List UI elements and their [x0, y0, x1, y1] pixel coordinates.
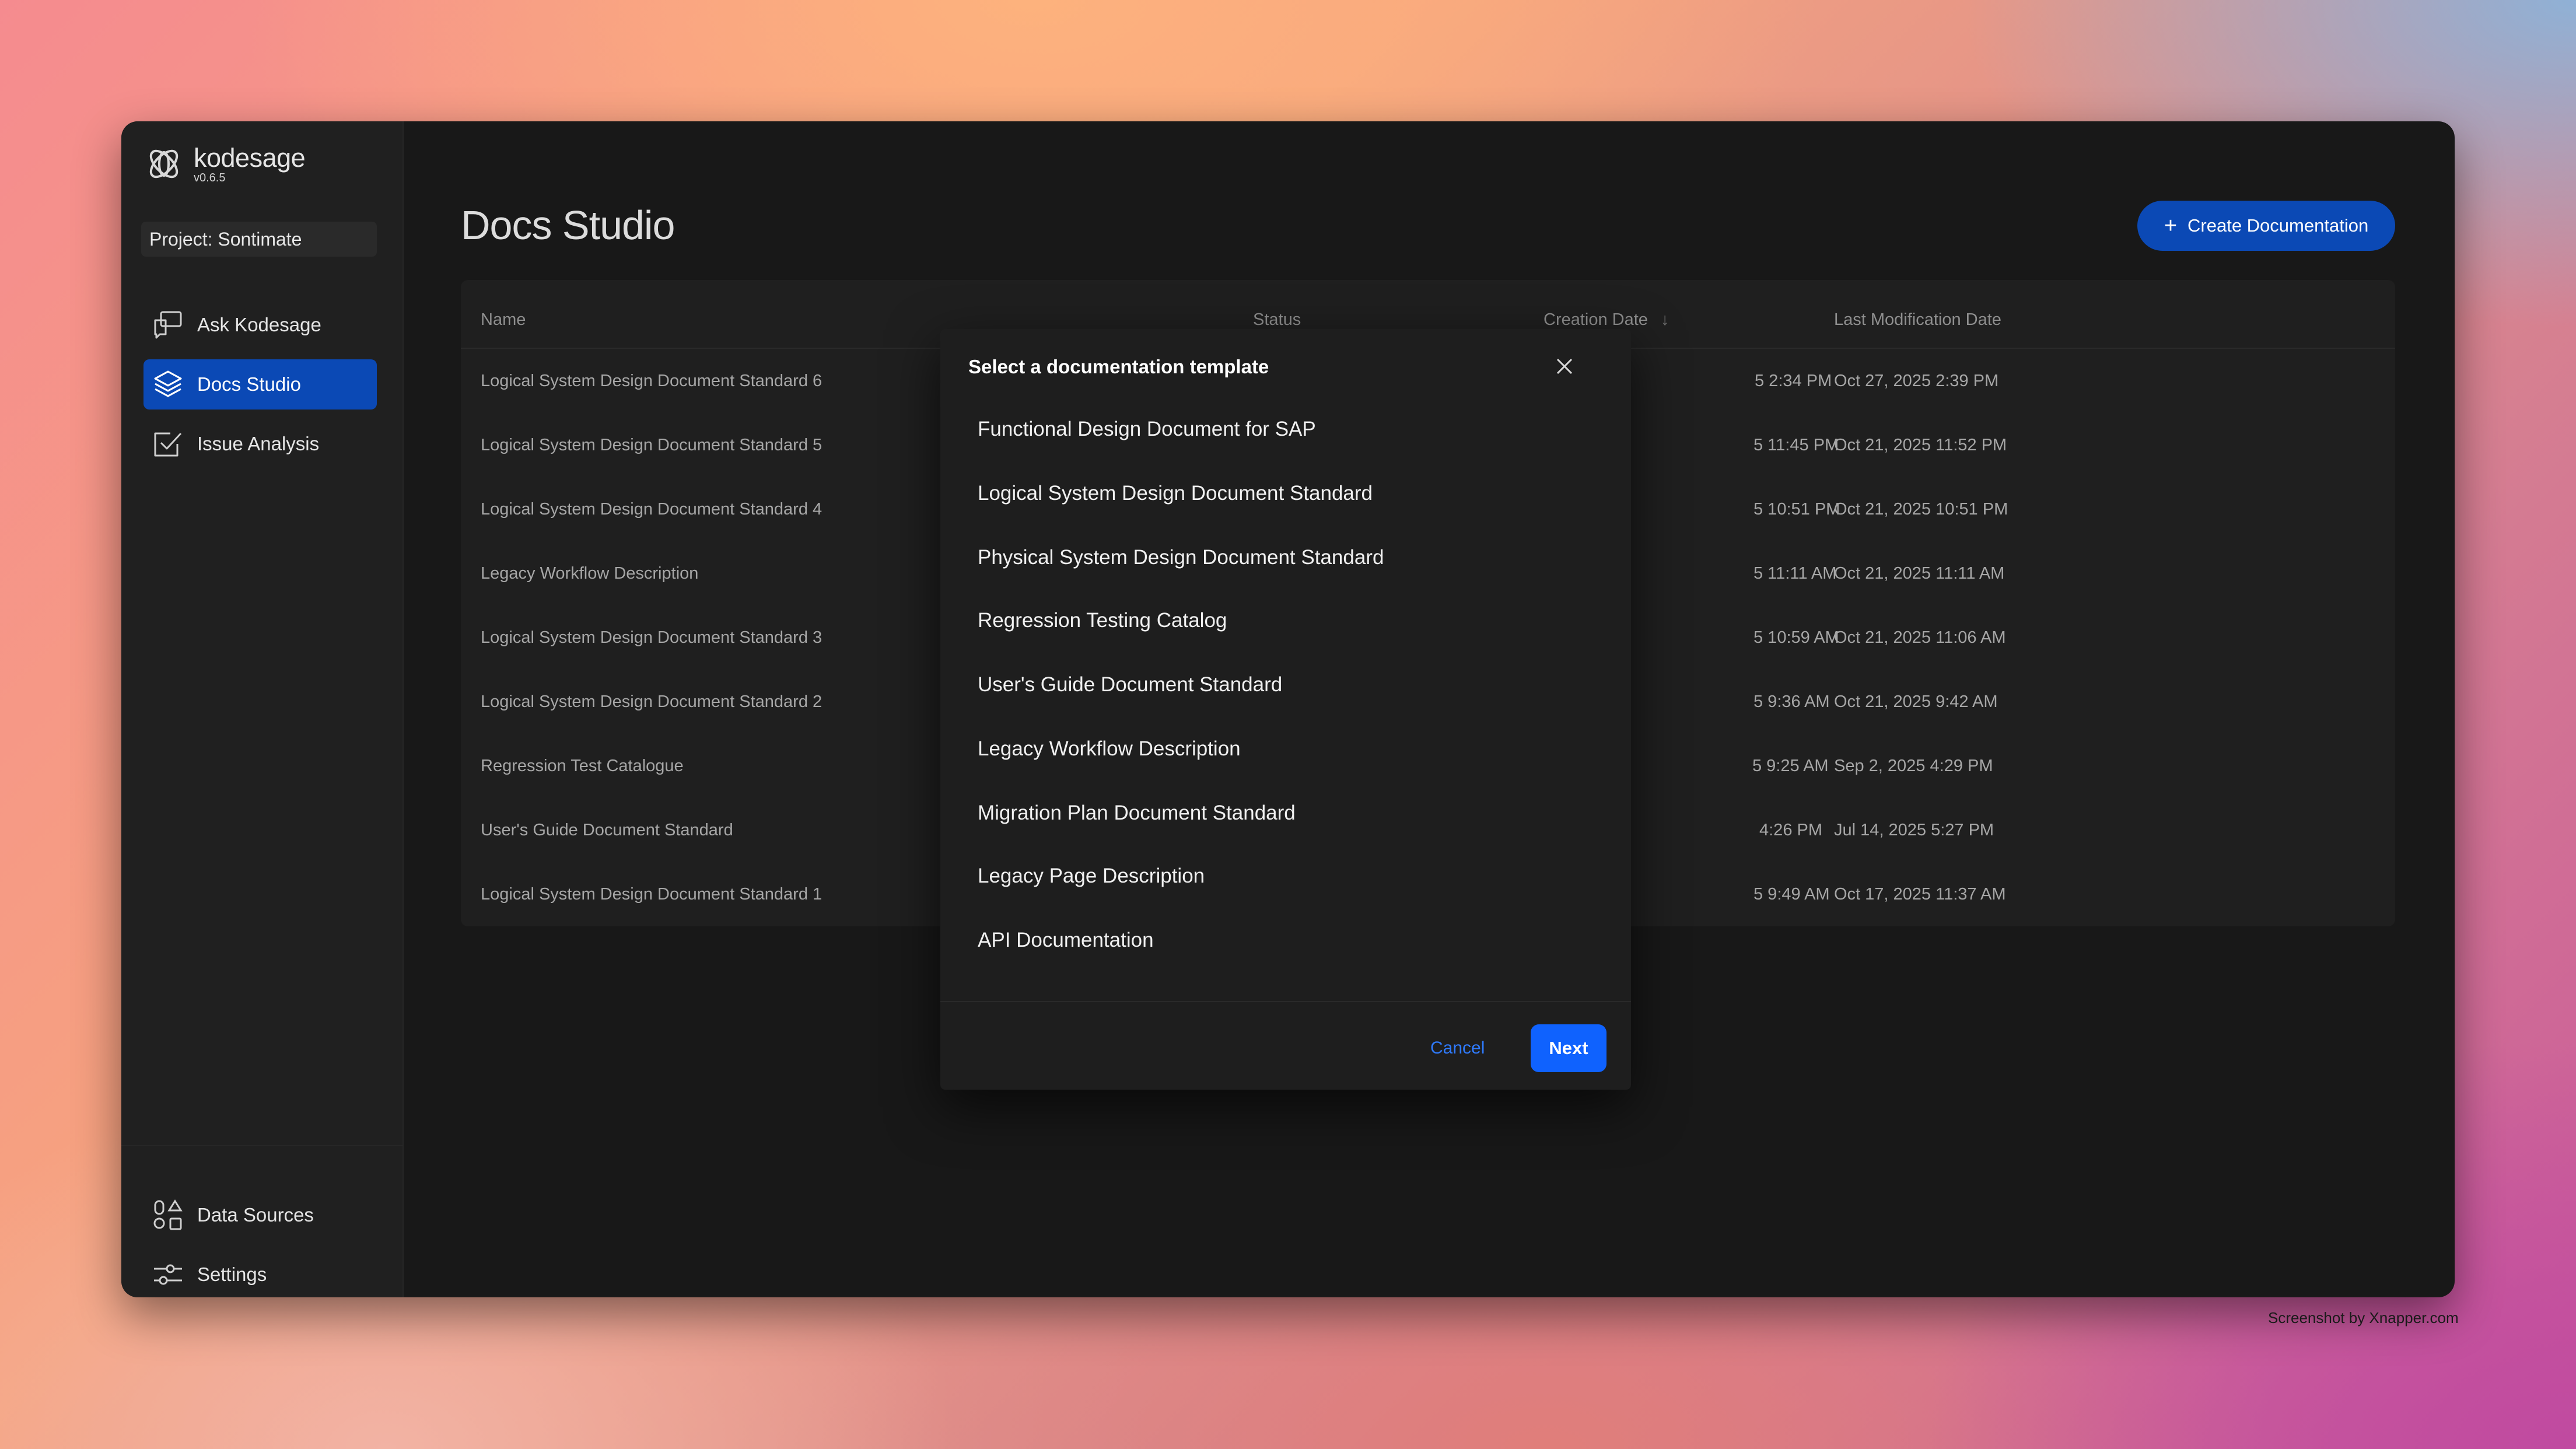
app-logo: kodesage v0.6.5: [144, 143, 306, 184]
row-modification-date: Oct 21, 2025 10:51 PM: [1834, 500, 2008, 519]
screenshot-credit: Screenshot by Xnapper.com: [2268, 1309, 2459, 1326]
row-creation-date: 5 2:34 PM: [1755, 372, 1832, 390]
page-title: Docs Studio: [461, 202, 675, 248]
app-version: v0.6.5: [194, 172, 226, 184]
template-option[interactable]: User's Guide Document Standard: [968, 656, 1603, 714]
sidebar-item-label: Issue Analysis: [197, 433, 320, 454]
sidebar-item-settings[interactable]: Settings: [144, 1250, 377, 1297]
kodesage-logo-icon: [149, 149, 178, 178]
sliders-icon: [154, 1264, 182, 1285]
chat-bubbles-icon: [154, 311, 182, 339]
column-header-last-modification-date[interactable]: Last Modification Date: [1834, 310, 2001, 330]
column-header-creation-date[interactable]: Creation Date ↓: [1544, 310, 1670, 330]
row-name: Logical System Design Document Standard …: [481, 436, 822, 454]
cancel-button[interactable]: Cancel: [1430, 1024, 1485, 1072]
template-option[interactable]: Legacy Workflow Description: [968, 720, 1603, 778]
app-window: kodesage v0.6.5 Project: Sontimate Ask K…: [121, 121, 2455, 1297]
template-option[interactable]: Functional Design Document for SAP: [968, 400, 1603, 459]
row-creation-date: 5 9:36 AM: [1754, 692, 1830, 711]
create-documentation-label: Create Documentation: [2188, 215, 2369, 236]
next-button[interactable]: Next: [1531, 1024, 1606, 1072]
column-header-name[interactable]: Name: [481, 310, 526, 330]
row-name: Logical System Design Document Standard …: [481, 628, 822, 647]
checkbox-icon: [154, 432, 182, 457]
row-name: Logical System Design Document Standard …: [481, 372, 822, 390]
sidebar-item-data-sources[interactable]: Data Sources: [144, 1190, 377, 1240]
layers-icon: [154, 370, 182, 397]
sidebar: kodesage v0.6.5 Project: Sontimate Ask K…: [121, 121, 404, 1297]
row-name: User's Guide Document Standard: [481, 821, 733, 839]
row-modification-date: Jul 14, 2025 5:27 PM: [1834, 821, 1994, 839]
sidebar-item-docs-studio[interactable]: Docs Studio: [144, 359, 377, 410]
modal-footer-divider: [940, 1001, 1631, 1002]
modal-title: Select a documentation template: [968, 356, 1269, 377]
row-creation-date: 5 11:45 PM: [1754, 436, 1839, 454]
sidebar-item-label: Settings: [197, 1264, 267, 1285]
row-modification-date: Oct 21, 2025 11:52 PM: [1834, 436, 2007, 454]
template-option[interactable]: API Documentation: [968, 911, 1603, 970]
row-creation-date: 5 10:51 PM: [1754, 500, 1840, 519]
app-name: kodesage: [194, 143, 306, 173]
close-icon[interactable]: [1552, 354, 1577, 379]
sidebar-item-label: Docs Studio: [197, 373, 301, 395]
row-modification-date: Oct 21, 2025 9:42 AM: [1834, 692, 1998, 711]
data-sources-icon: [153, 1199, 183, 1230]
template-option[interactable]: Physical System Design Document Standard: [968, 528, 1603, 587]
template-select-modal: Select a documentation template Function…: [940, 329, 1631, 1090]
row-modification-date: Oct 27, 2025 2:39 PM: [1834, 372, 1999, 390]
row-creation-date: 4:26 PM: [1759, 821, 1822, 839]
row-modification-date: Sep 2, 2025 4:29 PM: [1834, 757, 1993, 775]
project-selector[interactable]: Project: Sontimate: [141, 222, 377, 257]
sidebar-item-issue-analysis[interactable]: Issue Analysis: [144, 419, 377, 469]
row-name: Logical System Design Document Standard …: [481, 692, 822, 711]
plus-icon: +: [2164, 214, 2178, 238]
sidebar-item-label: Ask Kodesage: [197, 314, 321, 335]
template-option[interactable]: Regression Testing Catalog: [968, 592, 1603, 650]
sort-arrow-down-icon: ↓: [1661, 310, 1670, 329]
row-name: Legacy Workflow Description: [481, 564, 699, 583]
row-modification-date: Oct 17, 2025 11:37 AM: [1834, 885, 2006, 904]
row-creation-date: 5 10:59 AM: [1754, 628, 1839, 647]
row-creation-date: 5 11:11 AM: [1754, 564, 1837, 583]
row-name: Logical System Design Document Standard …: [481, 500, 822, 519]
row-creation-date: 5 9:49 AM: [1754, 885, 1830, 904]
row-name: Logical System Design Document Standard …: [481, 885, 822, 904]
sidebar-item-label: Data Sources: [197, 1204, 314, 1226]
column-header-status[interactable]: Status: [1253, 310, 1301, 330]
template-option[interactable]: Legacy Page Description: [968, 847, 1603, 905]
row-modification-date: Oct 21, 2025 11:06 AM: [1834, 628, 2006, 647]
template-option[interactable]: Logical System Design Document Standard: [968, 464, 1603, 523]
column-header-label: Creation Date: [1544, 310, 1648, 329]
sidebar-divider: [121, 1145, 402, 1146]
row-name: Regression Test Catalogue: [481, 757, 684, 775]
sidebar-item-ask-kodesage[interactable]: Ask Kodesage: [144, 300, 377, 350]
row-creation-date: 5 9:25 AM: [1752, 757, 1829, 775]
create-documentation-button[interactable]: + Create Documentation: [2137, 201, 2395, 251]
template-option[interactable]: Migration Plan Document Standard: [968, 784, 1603, 842]
row-modification-date: Oct 21, 2025 11:11 AM: [1834, 564, 2005, 583]
